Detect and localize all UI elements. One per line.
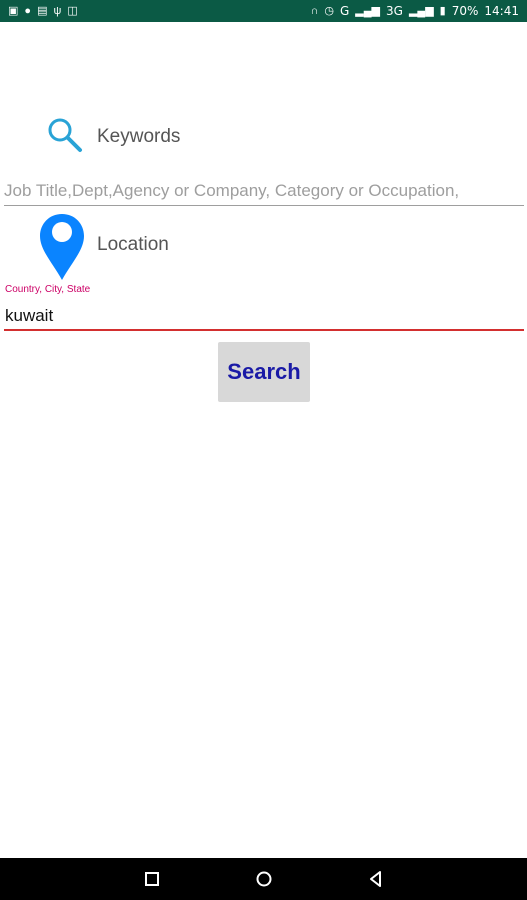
screenshot-icon: ▣ [8,4,19,17]
android-debug-icon: ◫ [67,4,78,17]
usb-icon: ψ [53,4,62,17]
location-input[interactable] [4,302,524,331]
status-bar: ▣ ● ▤ ψ ◫ ∩ ◷ G ▂▄▆ 3G ▂▄▆ ▮ 70% 14:41 [0,0,527,22]
circle-icon [256,871,271,887]
back-button[interactable] [356,859,396,899]
battery-percent: 70% [451,4,479,18]
keywords-input[interactable] [4,176,524,206]
search-icon [48,118,82,152]
navigation-bar [0,858,527,900]
headset-icon: ∩ [310,4,319,17]
signal-icon-2: ▂▄▆ [408,4,434,17]
clock: 14:41 [484,4,519,18]
battery-icon: ▮ [439,4,446,17]
keywords-label: Keywords [97,126,181,147]
square-icon [144,872,159,886]
alarm-icon: ◷ [324,4,334,17]
carrier-letter: G [339,4,350,18]
recent-apps-button[interactable] [132,859,172,899]
search-button[interactable]: Search [218,342,310,402]
notification-icons: ▣ ● ▤ ψ ◫ [8,4,78,17]
back-triangle-icon [369,871,381,887]
map-pin-icon [40,214,84,280]
signal-icon: ▂▄▆ [355,4,381,17]
app-notification-icon: ● [24,4,32,17]
location-label: Location [97,234,169,255]
location-hint: Country, City, State [5,284,91,295]
network-type: 3G [386,4,403,18]
system-icons: ∩ ◷ G ▂▄▆ 3G ▂▄▆ ▮ 70% 14:41 [310,4,519,18]
gallery-icon: ▤ [37,4,48,17]
home-button[interactable] [244,859,284,899]
